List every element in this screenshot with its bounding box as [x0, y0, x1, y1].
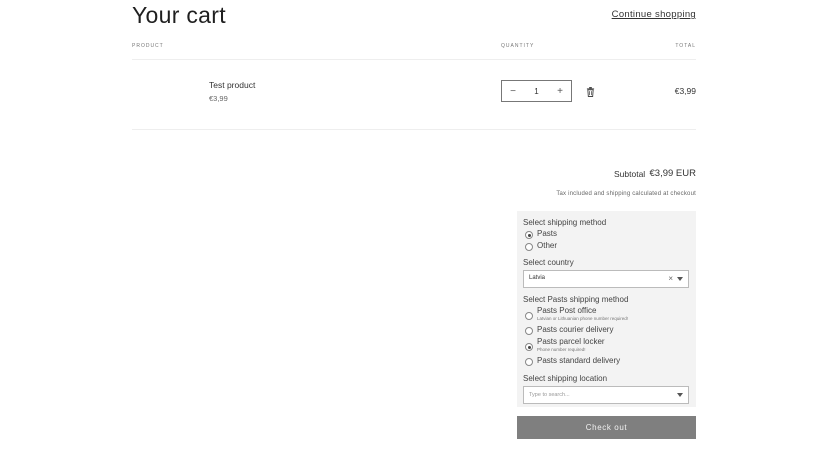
tax-note: Tax included and shipping calculated at …: [556, 191, 696, 197]
country-title: Select country: [523, 258, 574, 267]
option-label: Pasts: [537, 229, 558, 238]
line-total: €3,99: [674, 86, 696, 96]
location-placeholder: Type to search...: [529, 392, 570, 398]
location-select[interactable]: Type to search...: [523, 386, 689, 404]
option-label: Pasts standard delivery: [537, 356, 621, 365]
subtotal-value: €3,99 EUR: [649, 168, 696, 179]
country-value: Latvia: [529, 275, 546, 281]
trash-icon[interactable]: [586, 87, 595, 97]
product-name[interactable]: Test product: [209, 80, 255, 90]
chevron-down-icon[interactable]: [677, 393, 683, 397]
continue-shopping-link[interactable]: Continue shopping: [612, 9, 696, 20]
page-title: Your cart: [132, 2, 226, 28]
quantity-stepper: − 1 +: [501, 80, 572, 102]
quantity-input[interactable]: 1: [534, 87, 538, 96]
clear-icon[interactable]: ×: [668, 274, 673, 283]
option-label: Pasts courier delivery: [537, 325, 614, 334]
decrease-quantity-button[interactable]: −: [502, 86, 524, 97]
column-header-total: TOTAL: [675, 43, 696, 49]
increase-quantity-button[interactable]: +: [549, 86, 571, 97]
pasts-method-title: Select Pasts shipping method: [523, 295, 629, 304]
radio-pasts[interactable]: [525, 231, 533, 239]
chevron-down-icon[interactable]: [677, 277, 683, 281]
column-header-quantity: QUANTITY: [501, 43, 535, 49]
radio-pasts-standard[interactable]: [525, 358, 533, 366]
column-header-product: PRODUCT: [132, 43, 164, 49]
subtotal-label: Subtotal: [614, 169, 646, 179]
option-label: Other: [537, 241, 558, 250]
shipping-method-title: Select shipping method: [523, 218, 607, 227]
option-label: Pasts parcel locker: [537, 337, 605, 346]
product-price: €3,99: [209, 94, 228, 103]
divider: [132, 59, 696, 60]
divider: [132, 129, 696, 130]
checkout-button[interactable]: Check out: [517, 416, 696, 439]
location-title: Select shipping location: [523, 374, 608, 383]
option-note: Phone number required!: [537, 347, 586, 352]
radio-pasts-parcel-locker[interactable]: [525, 343, 533, 351]
radio-pasts-courier[interactable]: [525, 327, 533, 335]
country-select[interactable]: Latvia ×: [523, 270, 689, 288]
option-label: Pasts Post office: [537, 306, 597, 315]
option-note: Latvian or Lithuanian phone number requi…: [537, 316, 629, 321]
radio-other[interactable]: [525, 243, 533, 251]
radio-pasts-post-office[interactable]: [525, 312, 533, 320]
